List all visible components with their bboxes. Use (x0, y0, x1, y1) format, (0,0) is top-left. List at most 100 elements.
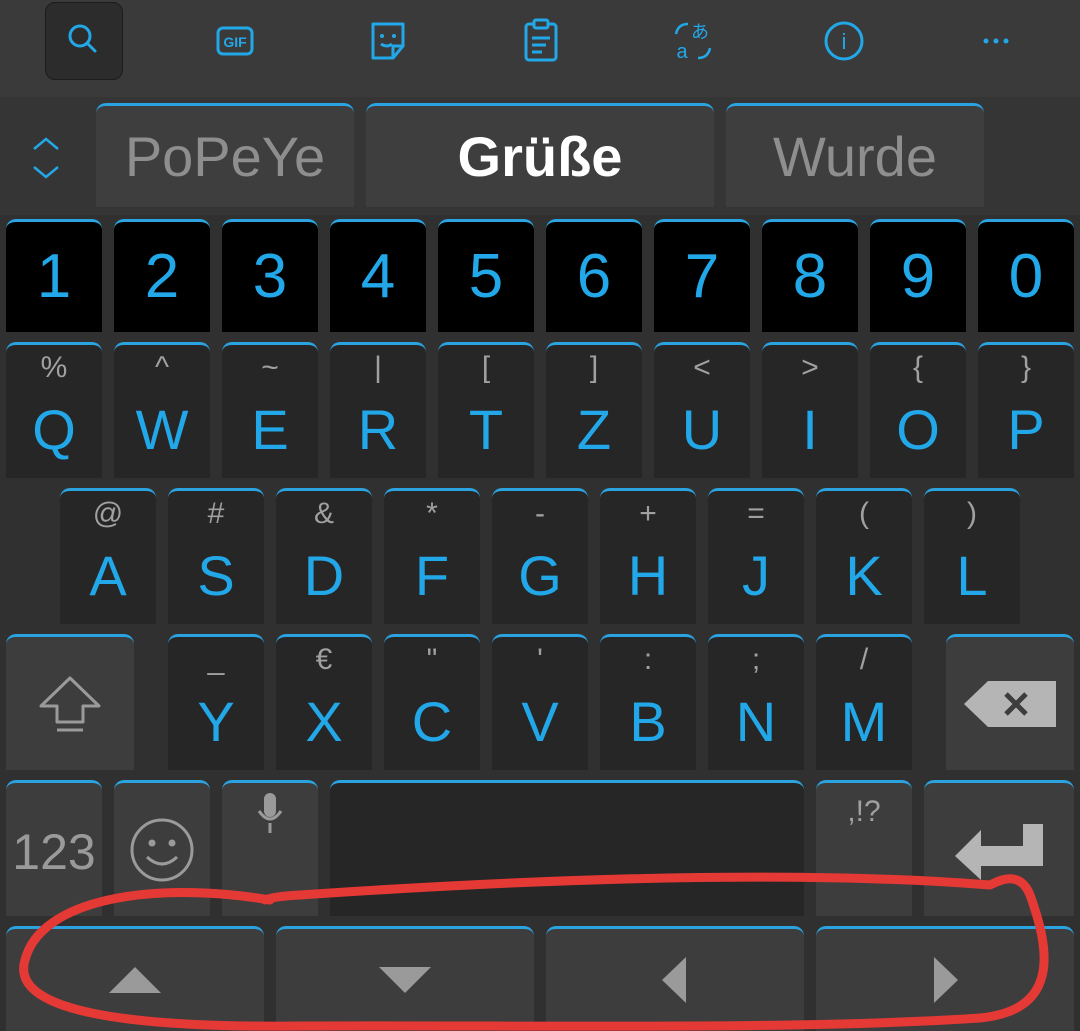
svg-text:あ: あ (691, 22, 709, 43)
key-label: 1 (36, 242, 72, 311)
sticker-button[interactable] (349, 2, 427, 80)
key-label: O (896, 398, 940, 461)
key-3[interactable]: 3 (222, 219, 318, 332)
backspace-icon-wrap (946, 637, 1074, 770)
key-w[interactable]: ^ W (114, 342, 210, 478)
key-f[interactable]: * F (384, 488, 480, 624)
key-sublabel: ; (751, 643, 761, 676)
key-label: W (135, 398, 189, 461)
gif-icon: GIF (216, 26, 254, 56)
key-label: 4 (360, 242, 396, 311)
keyboard-toolbar: GIF あ a i (0, 0, 1080, 97)
arrow-left-icon-wrap (546, 929, 804, 1031)
arrow-left-icon (662, 957, 686, 1003)
key-m[interactable]: / M (816, 634, 912, 770)
arrow-down-key[interactable] (276, 926, 534, 1031)
key-label: P (1007, 398, 1045, 461)
svg-text:GIF: GIF (223, 34, 247, 50)
key-u[interactable]: < U (654, 342, 750, 478)
key-label: F (414, 544, 450, 607)
key-k[interactable]: (K (816, 488, 912, 624)
key-label: Q (32, 398, 76, 461)
key-7[interactable]: 7 (654, 219, 750, 332)
key-label: 7 (684, 242, 720, 311)
shift-key[interactable] (6, 634, 134, 770)
key-label: A (89, 544, 127, 607)
key-sublabel: - (535, 497, 545, 530)
suggestion-center[interactable]: Grüße (366, 103, 714, 207)
punctuation-key-label: ,!? (847, 795, 881, 828)
key-6[interactable]: 6 (546, 219, 642, 332)
search-icon (68, 24, 97, 53)
key-label: T (468, 398, 504, 461)
key-label: C (411, 690, 453, 753)
key-x[interactable]: € X (276, 634, 372, 770)
clipboard-icon (524, 18, 558, 62)
clipboard-button[interactable] (502, 2, 580, 80)
key-e[interactable]: ~ E (222, 342, 318, 478)
key-i[interactable]: > I (762, 342, 858, 478)
enter-key[interactable] (924, 780, 1074, 916)
key-8[interactable]: 8 (762, 219, 858, 332)
key-r[interactable]: | R (330, 342, 426, 478)
key-h[interactable]: + H (600, 488, 696, 624)
key-label: 9 (900, 242, 936, 311)
key-label: 6 (576, 242, 612, 311)
key-label: R (357, 398, 399, 461)
gif-button[interactable]: GIF (196, 2, 274, 80)
key-s[interactable]: # S (168, 488, 264, 624)
key-z[interactable]: ] Z (546, 342, 642, 478)
key-5[interactable]: 5 (438, 219, 534, 332)
numbers-key[interactable]: 123 (6, 780, 102, 916)
key-label: L (956, 544, 988, 607)
key-n[interactable]: ; N (708, 634, 804, 770)
search-button[interactable] (45, 2, 123, 80)
key-label: E (251, 398, 289, 461)
backspace-key[interactable] (946, 634, 1074, 770)
key-9[interactable]: 9 (870, 219, 966, 332)
voice-comma-key[interactable] (222, 780, 318, 916)
key-d[interactable]: & D (276, 488, 372, 624)
translate-button[interactable]: あ a (654, 2, 732, 80)
key-sublabel: + (639, 497, 657, 530)
suggestion-strip: PoPeYe Grüße Wurde (0, 97, 1080, 215)
enter-icon-wrap (924, 783, 1074, 916)
key-sublabel: > (801, 351, 819, 384)
arrow-left-key[interactable] (546, 926, 804, 1031)
sticker-icon (371, 22, 405, 60)
key-0[interactable]: 0 (978, 219, 1074, 332)
key-sublabel: # (207, 497, 225, 530)
emoji-key[interactable] (114, 780, 210, 916)
key-t[interactable]: [T (438, 342, 534, 478)
collapse-suggestions-button[interactable] (20, 133, 72, 183)
key-y[interactable]: _ Y (168, 634, 264, 770)
more-button[interactable] (957, 2, 1035, 80)
key-4[interactable]: 4 (330, 219, 426, 332)
key-2[interactable]: 2 (114, 219, 210, 332)
key-sublabel: } (1020, 351, 1032, 384)
key-sublabel: = (747, 497, 765, 530)
more-icon (983, 38, 1009, 44)
key-v[interactable]: ' V (492, 634, 588, 770)
suggestion-left[interactable]: PoPeYe (96, 103, 354, 207)
key-sublabel: % (40, 351, 68, 384)
key-a[interactable]: @ A (60, 488, 156, 624)
arrow-up-key[interactable] (6, 926, 264, 1031)
space-key[interactable] (330, 780, 804, 916)
punctuation-key[interactable]: ,!? (816, 780, 912, 916)
key-g[interactable]: -G (492, 488, 588, 624)
info-button[interactable]: i (805, 2, 883, 80)
key-o[interactable]: {O (870, 342, 966, 478)
key-l[interactable]: ) L (924, 488, 1020, 624)
key-q[interactable]: % Q (6, 342, 102, 478)
key-label: Z (576, 398, 612, 461)
key-label: S (197, 544, 235, 607)
key-c[interactable]: " C (384, 634, 480, 770)
key-p[interactable]: } P (978, 342, 1074, 478)
arrow-right-key[interactable] (816, 926, 1074, 1031)
key-sublabel: @ (92, 497, 124, 530)
key-j[interactable]: = J (708, 488, 804, 624)
suggestion-right[interactable]: Wurde (726, 103, 984, 207)
key-b[interactable]: :B (600, 634, 696, 770)
key-1[interactable]: 1 (6, 219, 102, 332)
